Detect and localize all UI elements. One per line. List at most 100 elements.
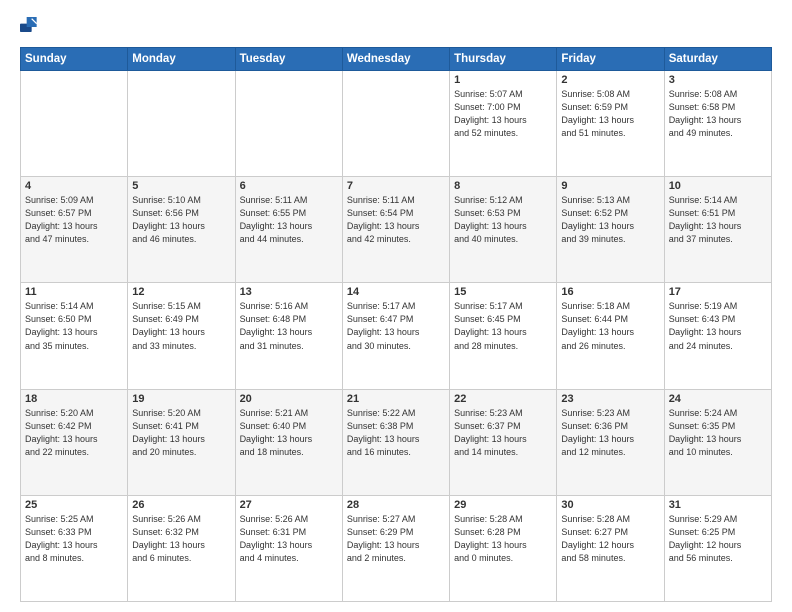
- day-cell-28: 28Sunrise: 5:27 AM Sunset: 6:29 PM Dayli…: [342, 495, 449, 601]
- day-info: Sunrise: 5:22 AM Sunset: 6:38 PM Dayligh…: [347, 407, 445, 459]
- day-number: 5: [132, 180, 230, 192]
- day-cell-15: 15Sunrise: 5:17 AM Sunset: 6:45 PM Dayli…: [450, 283, 557, 389]
- day-cell-23: 23Sunrise: 5:23 AM Sunset: 6:36 PM Dayli…: [557, 389, 664, 495]
- week-row-4: 25 Sunrise: 5:25 AM Sunset: 6:33 PM Dayli…: [21, 495, 772, 601]
- day-cell-8: 8 Sunrise: 5:12 AM Sunset: 6:53 PM Daylig…: [450, 177, 557, 283]
- weekday-header-sunday: Sunday: [21, 48, 128, 71]
- day-info: Sunrise: 5:17 AM Sunset: 6:45 PM Dayligh…: [454, 300, 552, 352]
- day-number: 24: [669, 393, 767, 405]
- day-info: Sunrise: 5:13 AM Sunset: 6:52 PM Dayligh…: [561, 194, 659, 246]
- week-row-0: 1 Sunrise: 5:07 AM Sunset: 7:00 PM Daylig…: [21, 71, 772, 177]
- day-cell-7: 7 Sunrise: 5:11 AM Sunset: 6:54 PM Daylig…: [342, 177, 449, 283]
- day-cell-2: 2Sunrise: 5:08 AM Sunset: 6:59 PM Daylig…: [557, 71, 664, 177]
- day-number: 7: [347, 180, 445, 192]
- day-info: Sunrise: 5:24 AM Sunset: 6:35 PM Dayligh…: [669, 407, 767, 459]
- week-row-1: 4 Sunrise: 5:09 AM Sunset: 6:57 PM Daylig…: [21, 177, 772, 283]
- day-info: Sunrise: 5:20 AM Sunset: 6:42 PM Dayligh…: [25, 407, 123, 459]
- day-info: Sunrise: 5:19 AM Sunset: 6:43 PM Dayligh…: [669, 300, 767, 352]
- day-cell-17: 17 Sunrise: 5:19 AM Sunset: 6:43 PM Dayli…: [664, 283, 771, 389]
- day-number: 19: [132, 393, 230, 405]
- week-row-3: 18 Sunrise: 5:20 AM Sunset: 6:42 PM Dayli…: [21, 389, 772, 495]
- day-number: 16: [561, 286, 659, 298]
- logo-icon: [20, 17, 40, 37]
- day-number: 25: [25, 499, 123, 511]
- day-info: Sunrise: 5:21 AM Sunset: 6:40 PM Dayligh…: [240, 407, 338, 459]
- day-number: 26: [132, 499, 230, 511]
- day-number: 14: [347, 286, 445, 298]
- day-cell-16: 16 Sunrise: 5:18 AM Sunset: 6:44 PM Dayli…: [557, 283, 664, 389]
- day-number: 18: [25, 393, 123, 405]
- day-number: 6: [240, 180, 338, 192]
- day-cell-10: 10 Sunrise: 5:14 AM Sunset: 6:51 PM Dayli…: [664, 177, 771, 283]
- weekday-header-thursday: Thursday: [450, 48, 557, 71]
- day-info: Sunrise: 5:16 AM Sunset: 6:48 PM Dayligh…: [240, 300, 338, 352]
- day-number: 17: [669, 286, 767, 298]
- week-row-2: 11 Sunrise: 5:14 AM Sunset: 6:50 PM Dayli…: [21, 283, 772, 389]
- day-info: Sunrise: 5:18 AM Sunset: 6:44 PM Dayligh…: [561, 300, 659, 352]
- day-number: 4: [25, 180, 123, 192]
- day-info: Sunrise: 5:10 AM Sunset: 6:56 PM Dayligh…: [132, 194, 230, 246]
- day-info: Sunrise: 5:14 AM Sunset: 6:50 PM Dayligh…: [25, 300, 123, 352]
- weekday-header-tuesday: Tuesday: [235, 48, 342, 71]
- day-cell-4: 4 Sunrise: 5:09 AM Sunset: 6:57 PM Daylig…: [21, 177, 128, 283]
- day-cell-19: 19 Sunrise: 5:20 AM Sunset: 6:41 PM Dayli…: [128, 389, 235, 495]
- day-info: Sunrise: 5:29 AM Sunset: 6:25 PM Dayligh…: [669, 513, 767, 565]
- day-cell-22: 22Sunrise: 5:23 AM Sunset: 6:37 PM Dayli…: [450, 389, 557, 495]
- day-info: Sunrise: 5:09 AM Sunset: 6:57 PM Dayligh…: [25, 194, 123, 246]
- day-cell-18: 18 Sunrise: 5:20 AM Sunset: 6:42 PM Dayli…: [21, 389, 128, 495]
- day-info: Sunrise: 5:20 AM Sunset: 6:41 PM Dayligh…: [132, 407, 230, 459]
- weekday-header-monday: Monday: [128, 48, 235, 71]
- weekday-header-wednesday: Wednesday: [342, 48, 449, 71]
- day-info: Sunrise: 5:07 AM Sunset: 7:00 PM Dayligh…: [454, 88, 552, 140]
- logo: [20, 16, 44, 37]
- day-info: Sunrise: 5:26 AM Sunset: 6:32 PM Dayligh…: [132, 513, 230, 565]
- day-info: Sunrise: 5:11 AM Sunset: 6:55 PM Dayligh…: [240, 194, 338, 246]
- day-number: 13: [240, 286, 338, 298]
- weekday-header-friday: Friday: [557, 48, 664, 71]
- day-cell-1: 1 Sunrise: 5:07 AM Sunset: 7:00 PM Daylig…: [450, 71, 557, 177]
- day-info: Sunrise: 5:17 AM Sunset: 6:47 PM Dayligh…: [347, 300, 445, 352]
- day-cell-27: 27 Sunrise: 5:26 AM Sunset: 6:31 PM Dayli…: [235, 495, 342, 601]
- day-number: 9: [561, 180, 659, 192]
- day-number: 30: [561, 499, 659, 511]
- day-number: 3: [669, 74, 767, 86]
- day-number: 10: [669, 180, 767, 192]
- day-cell-26: 26 Sunrise: 5:26 AM Sunset: 6:32 PM Dayli…: [128, 495, 235, 601]
- day-info: Sunrise: 5:14 AM Sunset: 6:51 PM Dayligh…: [669, 194, 767, 246]
- day-cell-6: 6 Sunrise: 5:11 AM Sunset: 6:55 PM Daylig…: [235, 177, 342, 283]
- day-number: 1: [454, 74, 552, 86]
- day-cell-12: 12 Sunrise: 5:15 AM Sunset: 6:49 PM Dayli…: [128, 283, 235, 389]
- calendar-header: SundayMondayTuesdayWednesdayThursdayFrid…: [21, 48, 772, 71]
- day-number: 22: [454, 393, 552, 405]
- day-number: 21: [347, 393, 445, 405]
- calendar: SundayMondayTuesdayWednesdayThursdayFrid…: [20, 47, 772, 602]
- day-cell-13: 13 Sunrise: 5:16 AM Sunset: 6:48 PM Dayli…: [235, 283, 342, 389]
- day-cell-empty: [128, 71, 235, 177]
- day-info: Sunrise: 5:28 AM Sunset: 6:27 PM Dayligh…: [561, 513, 659, 565]
- day-cell-31: 31Sunrise: 5:29 AM Sunset: 6:25 PM Dayli…: [664, 495, 771, 601]
- day-cell-11: 11 Sunrise: 5:14 AM Sunset: 6:50 PM Dayli…: [21, 283, 128, 389]
- weekday-header-saturday: Saturday: [664, 48, 771, 71]
- day-number: 27: [240, 499, 338, 511]
- day-number: 12: [132, 286, 230, 298]
- day-cell-empty: [21, 71, 128, 177]
- day-info: Sunrise: 5:28 AM Sunset: 6:28 PM Dayligh…: [454, 513, 552, 565]
- day-info: Sunrise: 5:08 AM Sunset: 6:58 PM Dayligh…: [669, 88, 767, 140]
- day-cell-20: 20 Sunrise: 5:21 AM Sunset: 6:40 PM Dayli…: [235, 389, 342, 495]
- day-info: Sunrise: 5:11 AM Sunset: 6:54 PM Dayligh…: [347, 194, 445, 246]
- day-number: 11: [25, 286, 123, 298]
- day-info: Sunrise: 5:26 AM Sunset: 6:31 PM Dayligh…: [240, 513, 338, 565]
- day-info: Sunrise: 5:25 AM Sunset: 6:33 PM Dayligh…: [25, 513, 123, 565]
- day-info: Sunrise: 5:15 AM Sunset: 6:49 PM Dayligh…: [132, 300, 230, 352]
- day-cell-25: 25 Sunrise: 5:25 AM Sunset: 6:33 PM Dayli…: [21, 495, 128, 601]
- day-info: Sunrise: 5:27 AM Sunset: 6:29 PM Dayligh…: [347, 513, 445, 565]
- day-number: 8: [454, 180, 552, 192]
- day-cell-21: 21 Sunrise: 5:22 AM Sunset: 6:38 PM Dayli…: [342, 389, 449, 495]
- day-cell-empty: [235, 71, 342, 177]
- day-cell-3: 3 Sunrise: 5:08 AM Sunset: 6:58 PM Daylig…: [664, 71, 771, 177]
- day-cell-5: 5 Sunrise: 5:10 AM Sunset: 6:56 PM Daylig…: [128, 177, 235, 283]
- day-info: Sunrise: 5:12 AM Sunset: 6:53 PM Dayligh…: [454, 194, 552, 246]
- day-cell-30: 30 Sunrise: 5:28 AM Sunset: 6:27 PM Dayli…: [557, 495, 664, 601]
- day-info: Sunrise: 5:08 AM Sunset: 6:59 PM Dayligh…: [561, 88, 659, 140]
- day-number: 20: [240, 393, 338, 405]
